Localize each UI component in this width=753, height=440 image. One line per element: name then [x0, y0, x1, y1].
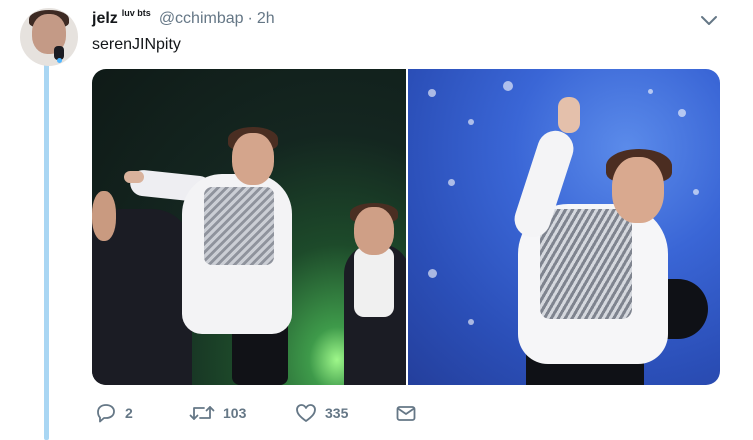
reply-icon	[95, 403, 117, 423]
reply-count: 2	[125, 405, 133, 421]
display-name[interactable]: jelz	[92, 10, 118, 28]
tweet-header: jelz luv bts @cchimbap · 2h	[92, 8, 275, 32]
avatar[interactable]	[20, 8, 78, 66]
thread-line	[44, 64, 49, 440]
retweet-count: 103	[223, 405, 247, 421]
media-grid	[92, 69, 720, 385]
timestamp[interactable]: 2h	[257, 10, 275, 28]
like-button[interactable]: 335	[295, 400, 348, 426]
retweet-icon	[189, 403, 215, 423]
tweet-photo-1[interactable]	[92, 69, 406, 385]
display-name-suffix[interactable]: luv bts	[122, 8, 151, 18]
separator-dot: ·	[247, 10, 253, 27]
envelope-icon	[395, 403, 417, 423]
retweet-button[interactable]: 103	[189, 400, 246, 426]
reply-button[interactable]: 2	[95, 400, 133, 426]
tweet-actions: 2 103 335	[92, 400, 422, 426]
chevron-down-icon[interactable]	[700, 14, 718, 28]
tweet-text: serenJINpity	[92, 36, 181, 53]
heart-icon	[295, 403, 317, 423]
like-count: 335	[325, 405, 349, 421]
user-handle[interactable]: @cchimbap	[159, 10, 244, 28]
tweet-photo-2[interactable]	[408, 69, 720, 385]
direct-message-button[interactable]	[395, 400, 417, 426]
